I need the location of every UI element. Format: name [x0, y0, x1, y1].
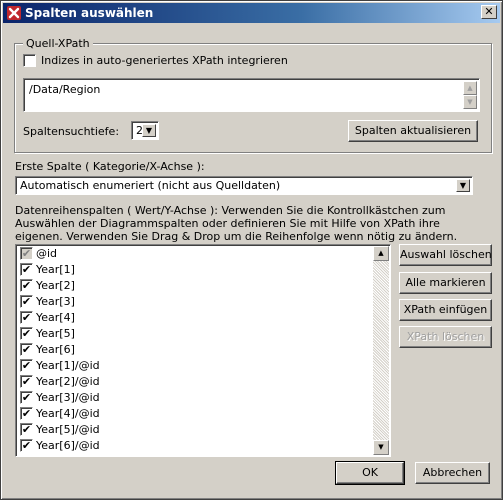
title-bar[interactable]: Spalten auswählen ✕	[3, 3, 500, 23]
dialog-window: Spalten auswählen ✕ Quell-XPath Indizes …	[0, 0, 503, 500]
mark-all-button[interactable]: Alle markieren	[399, 272, 492, 294]
source-xpath-legend: Quell-XPath	[23, 37, 93, 50]
series-checkbox[interactable]: ✔	[20, 247, 33, 260]
series-columns-list[interactable]: ✔ @id ✔ Year[1] ✔ Year[2] ✔ Year[3] ✔ Year[4] ✔ Yea…	[15, 244, 391, 457]
insert-xpath-button[interactable]: XPath einfügen	[399, 299, 492, 321]
series-description: Datenreihenspalten ( Wert/Y-Achse ): Ver…	[15, 204, 458, 243]
integrate-indices-checkbox[interactable]	[23, 54, 36, 67]
first-column-select[interactable]: Automatisch enumeriert (nicht aus Quelld…	[15, 176, 473, 195]
series-checkbox[interactable]: ✔	[20, 375, 33, 388]
series-label: Year[3]/@id	[36, 391, 100, 404]
xpath-scrollbar[interactable]: ▲ ▼	[463, 81, 477, 109]
series-checkbox[interactable]: ✔	[20, 279, 33, 292]
series-checkbox[interactable]: ✔	[20, 407, 33, 420]
series-label: Year[2]	[36, 279, 75, 292]
xpath-value: /Data/Region	[29, 83, 101, 96]
series-label: Year[1]/@id	[36, 359, 100, 372]
series-label: Year[4]	[36, 311, 75, 324]
series-label: Year[4]/@id	[36, 407, 100, 420]
series-checkbox[interactable]: ✔	[20, 263, 33, 276]
delete-xpath-button[interactable]: XPath löschen	[399, 326, 492, 348]
series-checkbox[interactable]: ✔	[20, 327, 33, 340]
xpath-textarea[interactable]: /Data/Region ▲ ▼	[23, 78, 480, 112]
series-label: Year[2]/@id	[36, 375, 100, 388]
scroll-up-icon[interactable]: ▲	[373, 246, 389, 261]
close-icon: ✕	[484, 5, 494, 18]
depth-select[interactable]: 2 ▼	[131, 121, 159, 140]
depth-label: Spaltensuchtiefe:	[23, 125, 120, 138]
series-label: Year[1]	[36, 263, 75, 276]
app-logo-icon	[7, 6, 21, 20]
series-checkbox[interactable]: ✔	[20, 423, 33, 436]
window-title: Spalten auswählen	[25, 6, 154, 20]
list-scrollbar[interactable]: ▲ ▼	[373, 246, 389, 455]
chevron-down-icon[interactable]: ▼	[456, 179, 470, 192]
series-checkbox[interactable]: ✔	[20, 343, 33, 356]
series-label: Year[6]	[36, 343, 75, 356]
first-column-value: Automatisch enumeriert (nicht aus Quelld…	[20, 179, 281, 192]
series-label: Year[3]	[36, 295, 75, 308]
first-column-label: Erste Spalte ( Kategorie/X-Achse ):	[15, 160, 205, 173]
clear-selection-button[interactable]: Auswahl löschen	[399, 244, 492, 266]
cancel-button[interactable]: Abbrechen	[415, 462, 490, 484]
integrate-indices-label[interactable]: Indizes in auto-generiertes XPath integr…	[41, 54, 288, 67]
scroll-up-icon[interactable]: ▲	[463, 81, 477, 95]
series-checkbox[interactable]: ✔	[20, 359, 33, 372]
ok-button[interactable]: OK	[335, 461, 405, 485]
series-checkbox[interactable]: ✔	[20, 391, 33, 404]
refresh-columns-button[interactable]: Spalten aktualisieren	[348, 120, 478, 142]
series-checkbox[interactable]: ✔	[20, 295, 33, 308]
scroll-down-icon[interactable]: ▼	[373, 440, 389, 455]
chevron-down-icon[interactable]: ▼	[142, 124, 156, 137]
scroll-down-icon[interactable]: ▼	[463, 95, 477, 109]
series-checkbox[interactable]: ✔	[20, 311, 33, 324]
series-checkbox[interactable]: ✔	[20, 439, 33, 452]
series-label: Year[5]	[36, 327, 75, 340]
series-label: @id	[36, 247, 58, 260]
series-label: Year[5]/@id	[36, 423, 100, 436]
series-label: Year[6]/@id	[36, 439, 100, 452]
close-button[interactable]: ✕	[481, 5, 497, 19]
